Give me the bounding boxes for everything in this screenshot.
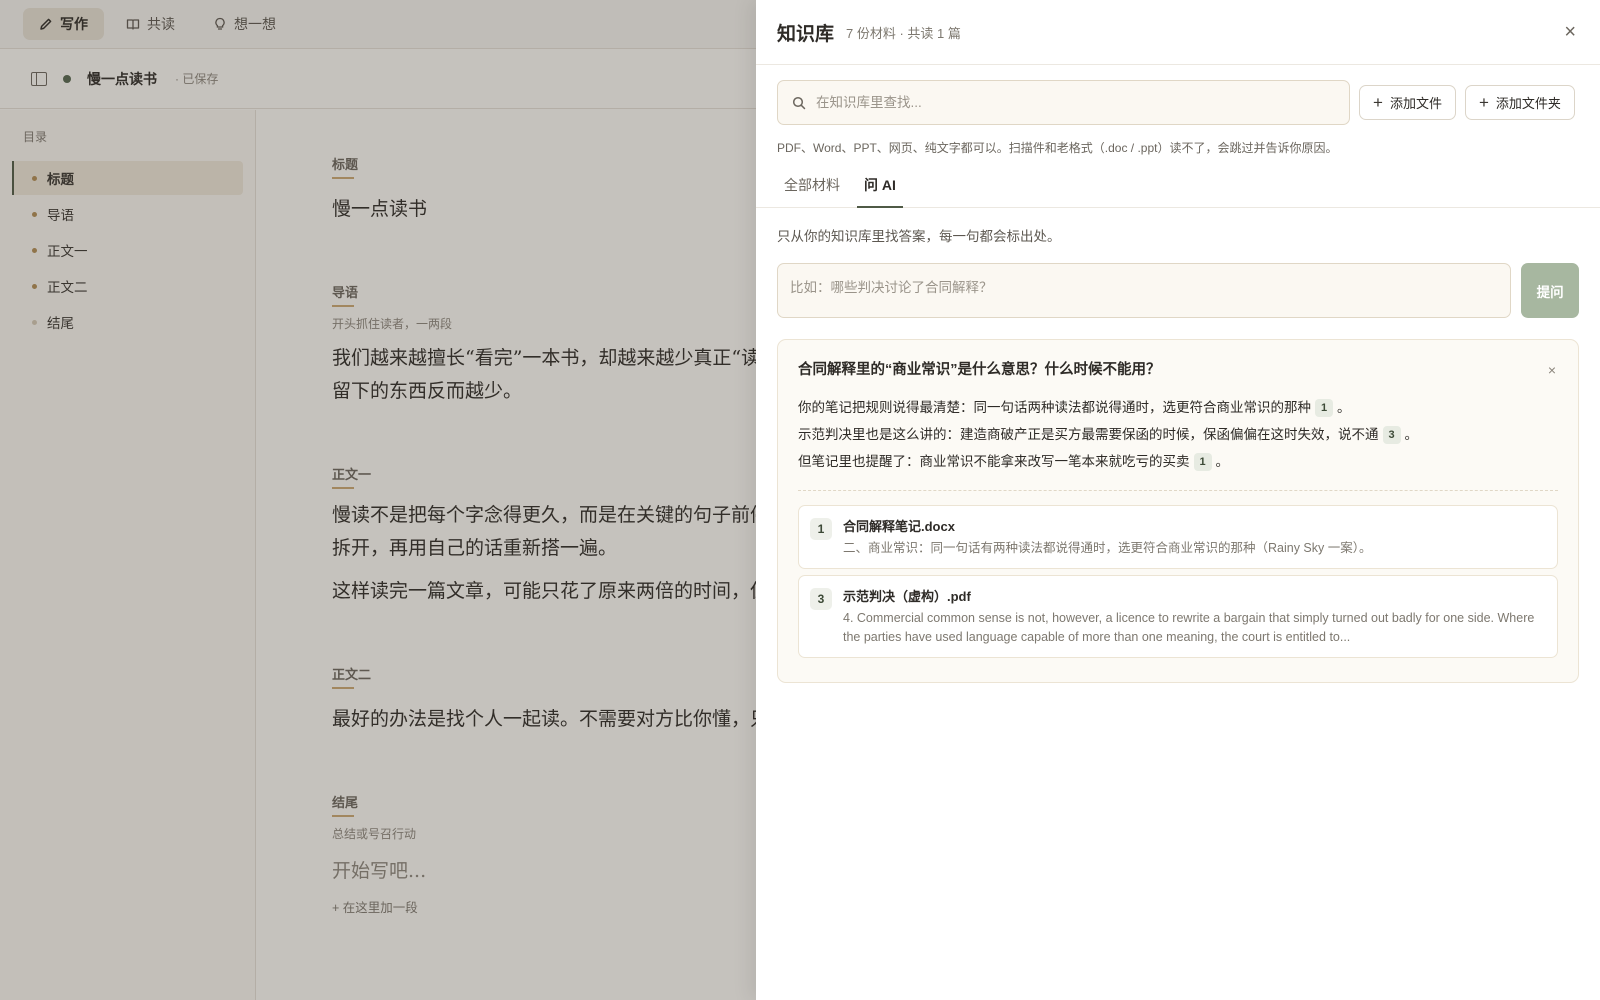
ask-row: 比如：哪些判决讨论了合同解释？ 提问: [756, 245, 1600, 318]
citation-badge[interactable]: 1: [1193, 453, 1212, 471]
search-field: [777, 80, 1350, 125]
close-icon[interactable]: ×: [1564, 22, 1576, 42]
tab-ask-ai[interactable]: 问 AI: [857, 172, 903, 208]
add-file-button[interactable]: + 添加文件: [1359, 85, 1456, 120]
search-row: + 添加文件 + 添加文件夹: [756, 65, 1600, 125]
answer-sentence: 示范判决里也是这么讲的：建造商破产正是买方最需要保函的时候，保函偏偏在这时失效，…: [798, 421, 1558, 448]
ai-description: 只从你的知识库里找答案，每一句都会标出处。: [777, 229, 1061, 244]
answer-question: 合同解释里的“商业常识”是什么意思？什么时候不能用？: [798, 362, 1161, 378]
tab-all-materials[interactable]: 全部材料: [777, 172, 847, 208]
answer-end: 。: [1337, 400, 1351, 415]
source-card[interactable]: 1 合同解释笔记.docx 二、商业常识：同一句话有两种读法都说得通时，选更符合…: [798, 505, 1558, 569]
panel-tabs: 全部材料 问 AI: [756, 172, 1600, 208]
add-folder-label: 添加文件夹: [1495, 96, 1561, 111]
panel-title: 知识库: [777, 23, 835, 45]
answer-end: 。: [1215, 454, 1230, 469]
close-answer-icon[interactable]: ×: [1548, 362, 1556, 378]
panel-header: 知识库 7 份材料 · 共读 1 篇: [756, 0, 1600, 65]
supported-formats-hint: PDF、Word、PPT、网页、纯文字都可以。扫描件和老格式（.doc / .p…: [777, 141, 1338, 155]
source-filename: 示范判决（虚构）.pdf: [843, 589, 971, 604]
add-file-label: 添加文件: [1389, 96, 1442, 111]
question-input[interactable]: 比如：哪些判决讨论了合同解释？: [777, 263, 1512, 318]
answer-sentence: 你的笔记把规则说得最清楚：同一句话两种读法都说得通时，选更符合商业常识的那种 1 。: [798, 394, 1558, 421]
answer-card: 合同解释里的“商业常识”是什么意思？什么时候不能用？ × 你的笔记把规则说得最清…: [777, 339, 1579, 683]
answer-end: 。: [1404, 427, 1419, 442]
citation-badge[interactable]: 1: [1315, 399, 1333, 417]
source-filename: 合同解释笔记.docx: [843, 519, 955, 534]
source-number: 1: [810, 518, 832, 540]
answer-sentence: 但笔记里也提醒了：商业常识不能拿来改写一笔本来就吃亏的买卖 1。: [798, 448, 1558, 475]
search-input[interactable]: [816, 95, 1316, 110]
answer-text: 但笔记里也提醒了：商业常识不能拿来改写一笔本来就吃亏的买卖: [798, 454, 1190, 469]
answer-text: 示范判决里也是这么讲的：建造商破产正是买方最需要保函的时候，保函偏偏在这时失效，…: [798, 427, 1379, 442]
citation-badge[interactable]: 3: [1382, 426, 1401, 444]
ask-button[interactable]: 提问: [1521, 263, 1579, 318]
add-folder-button[interactable]: + 添加文件夹: [1464, 85, 1575, 120]
answer-text: 你的笔记把规则说得最清楚：同一句话两种读法都说得通时，选更符合商业常识的那种: [798, 400, 1311, 415]
search-icon: [792, 96, 806, 109]
source-number: 3: [810, 588, 832, 610]
plus-icon: +: [1373, 93, 1383, 112]
divider: [798, 490, 1558, 491]
plus-icon: +: [1478, 93, 1489, 112]
modal-backdrop[interactable]: [0, 0, 756, 1000]
source-excerpt: 4. Commercial common sense is not, howev…: [843, 611, 1535, 644]
source-card[interactable]: 3 示范判决（虚构）.pdf 4. Commercial common sens…: [798, 575, 1558, 658]
source-excerpt: 二、商业常识：同一句话有两种读法都说得通时，选更符合商业常识的那种（Rainy …: [843, 541, 1372, 555]
knowledge-base-panel: 知识库 7 份材料 · 共读 1 篇 × + 添加文件 + 添加文件夹 PDF、…: [756, 0, 1600, 1000]
panel-subtitle: 7 份材料 · 共读 1 篇: [846, 25, 961, 41]
